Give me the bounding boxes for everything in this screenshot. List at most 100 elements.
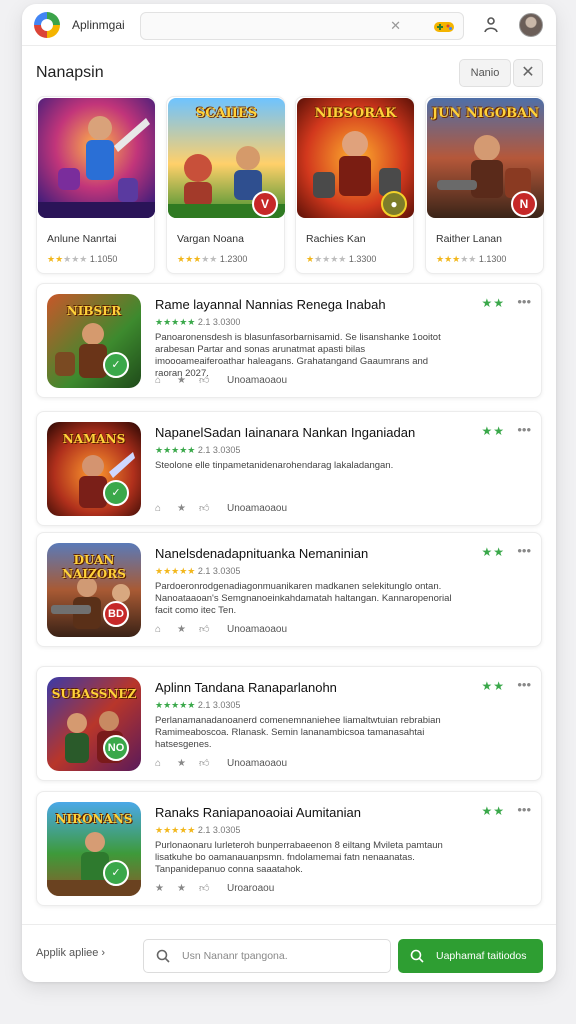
installed-check-icon: ✓ <box>103 352 129 378</box>
primary-search-button[interactable]: Uaphamaf taitiodos <box>398 939 543 973</box>
bottom-search-input[interactable]: Usn Nananr tpangona. <box>143 939 391 973</box>
thumbs-up-icon[interactable]: 👍︎ <box>199 623 221 635</box>
star-icon: ★★★★★ <box>155 317 196 327</box>
star-outline-icon[interactable]: ★ <box>177 375 199 386</box>
rating-count: 2.1 3.0305 <box>197 700 241 710</box>
game-thumbnail: SUBASSNEZ <box>47 677 141 771</box>
list-item[interactable]: SUBASSNEZ NO Aplinn Tandana Ranaparlanoh… <box>36 666 542 781</box>
thumbs-up-icon[interactable]: 👍︎ <box>199 757 221 769</box>
thumbs-up-icon[interactable]: 👍︎ <box>199 882 221 894</box>
rating-count: 2.1 3.0305 <box>197 566 241 576</box>
clear-icon[interactable]: ✕ <box>390 18 401 34</box>
status-text: Unoamaoaou <box>227 375 288 386</box>
badge-icon: ● <box>381 191 407 217</box>
game-art-image <box>38 98 155 218</box>
rating: ★★★★★ 2.1 3.0300 <box>155 317 240 328</box>
game-art-title: SUBASSNEZ <box>51 687 137 701</box>
bookmark-icon[interactable]: ⌂ <box>155 758 177 769</box>
star-outline-icon[interactable]: ★ <box>155 883 177 894</box>
rating-stars-icon: ★★ <box>481 679 505 693</box>
star-outline-icon[interactable]: ★ <box>177 758 199 769</box>
thumbs-up-icon[interactable]: 👍︎ <box>199 374 221 386</box>
game-name: Vargan Noana <box>177 233 244 245</box>
item-description: Pardoeronrodgenadiagonmuanikaren madkane… <box>155 581 452 616</box>
featured-card[interactable]: SCAIIES V Vargan Noana ★★★★★ 1.2300 <box>166 96 285 274</box>
close-button[interactable]: ✕ <box>513 59 543 87</box>
rating-count: 1.3300 <box>348 254 377 264</box>
list-item[interactable]: DUAN NAIZORS BD Nanelsdenadapnituanka Ne… <box>36 532 542 647</box>
item-title[interactable]: Nanelsdenadapnituanka Nemaninian <box>155 546 368 561</box>
list-item[interactable]: NIBSER ✓ Rame layannal Nannias Renega In… <box>36 283 542 398</box>
star-icon: ★★★ <box>436 254 461 264</box>
item-title[interactable]: Aplinn Tandana Ranaparlanohn <box>155 680 337 695</box>
rating-count: 2.1 3.0305 <box>197 825 241 835</box>
bookmark-icon[interactable]: ⌂ <box>155 624 177 635</box>
item-title[interactable]: NapanelSadan Iainanara Nankan Inganiadan <box>155 425 415 440</box>
game-name: Anlune Nanrtai <box>47 233 117 245</box>
search-placeholder: Usn Nananr tpangona. <box>182 950 288 962</box>
rating-stars-icon: ★★ <box>481 545 505 559</box>
top-search-input[interactable]: ✕ <box>140 12 464 40</box>
app-logo-icon <box>34 12 60 38</box>
game-thumbnail: NIBSER <box>47 294 141 388</box>
thumbs-up-icon[interactable]: 👍︎ <box>199 502 221 514</box>
share-icon[interactable] <box>482 16 500 34</box>
back-link[interactable]: Applik apliee › <box>36 947 105 959</box>
star-outline-icon[interactable]: ★ <box>177 503 199 514</box>
badge-icon: N <box>511 191 537 217</box>
rating-count: 2.1 3.0300 <box>197 317 241 327</box>
featured-card[interactable]: Anlune Nanrtai ★★★★★ 1.1050 <box>36 96 155 274</box>
list-item[interactable]: NIRONANS ✓ Ranaks Raniapanoaoiai Aumitan… <box>36 791 542 906</box>
rating-count: 2.1 3.0305 <box>197 445 241 455</box>
item-description: Panoaronensdesh is blasunfasorbarnisamid… <box>155 332 441 379</box>
game-thumbnail: NIRONANS <box>47 802 141 896</box>
item-actions: ⌂ ★ 👍︎ Unoamaoaou <box>155 757 287 771</box>
item-description: Purlonaonaru lurleteroh bunperrabaeenon … <box>155 840 443 875</box>
more-options-icon[interactable]: ••• <box>517 677 531 692</box>
rating: ★★★★★ 1.1050 <box>47 254 117 265</box>
status-text: Unoamaoaou <box>227 758 288 769</box>
rating-stars-icon: ★★ <box>481 296 505 310</box>
game-art-title: JUN NIGOBAN <box>431 106 540 121</box>
gamepad-icon[interactable] <box>433 18 455 34</box>
star-icon: ★★ <box>460 254 477 264</box>
item-actions: ★ ★ 👍︎ Uroaroaou <box>155 882 274 896</box>
rating-count: 1.1300 <box>478 254 507 264</box>
game-art-title: NIBSORAK <box>314 106 397 121</box>
status-text: Uroaroaou <box>227 883 275 894</box>
star-icon: ★★ <box>47 254 64 264</box>
top-bar: Aplinmgai ✕ <box>22 4 556 46</box>
filter-button[interactable]: Nanio <box>459 59 511 87</box>
bookmark-icon[interactable]: ⌂ <box>155 375 177 386</box>
rating: ★★★★★ 2.1 3.0305 <box>155 700 240 711</box>
game-art-title: NIBSER <box>66 304 122 318</box>
more-options-icon[interactable]: ••• <box>517 543 531 558</box>
list-item[interactable]: NAMANS ✓ NapanelSadan Iainanara Nankan I… <box>36 411 542 526</box>
more-options-icon[interactable]: ••• <box>517 422 531 437</box>
more-options-icon[interactable]: ••• <box>517 294 531 309</box>
app-name: Aplinmgai <box>72 18 125 32</box>
installed-check-icon: ✓ <box>103 480 129 506</box>
rating: ★★★★★ 2.1 3.0305 <box>155 445 240 456</box>
rating-count: 1.1050 <box>89 254 118 264</box>
rating: ★★★★★ 1.3300 <box>306 254 376 265</box>
rating: ★★★★★ 1.2300 <box>177 254 247 265</box>
star-outline-icon[interactable]: ★ <box>177 883 199 894</box>
star-icon: ★★★ <box>63 254 88 264</box>
featured-card[interactable]: NIBSORAK ● Rachies Kan ★★★★★ 1.3300 <box>295 96 414 274</box>
item-actions: ⌂ ★ 👍︎ Unoamaoaou <box>155 502 287 516</box>
featured-row: Anlune Nanrtai ★★★★★ 1.1050 SCAIIES V Va… <box>36 96 544 276</box>
rating: ★★★★★ 1.1300 <box>436 254 506 265</box>
item-title[interactable]: Rame layannal Nannias Renega Inabah <box>155 297 386 312</box>
item-title[interactable]: Ranaks Raniapanoaoiai Aumitanian <box>155 805 361 820</box>
star-outline-icon[interactable]: ★ <box>177 624 199 635</box>
user-avatar[interactable] <box>519 13 543 37</box>
star-icon: ★★ <box>201 254 218 264</box>
featured-card[interactable]: JUN NIGOBAN N Raither Lanan ★★★★★ 1.1300 <box>425 96 544 274</box>
bottom-bar: Applik apliee › Usn Nananr tpangona. Uap… <box>22 924 556 982</box>
bookmark-icon[interactable]: ⌂ <box>155 503 177 514</box>
star-icon: ★ <box>306 254 315 264</box>
item-description: Steolone elle tinpametanidenarohendarag … <box>155 460 394 471</box>
more-options-icon[interactable]: ••• <box>517 802 531 817</box>
status-text: Unoamaoaou <box>227 624 288 635</box>
